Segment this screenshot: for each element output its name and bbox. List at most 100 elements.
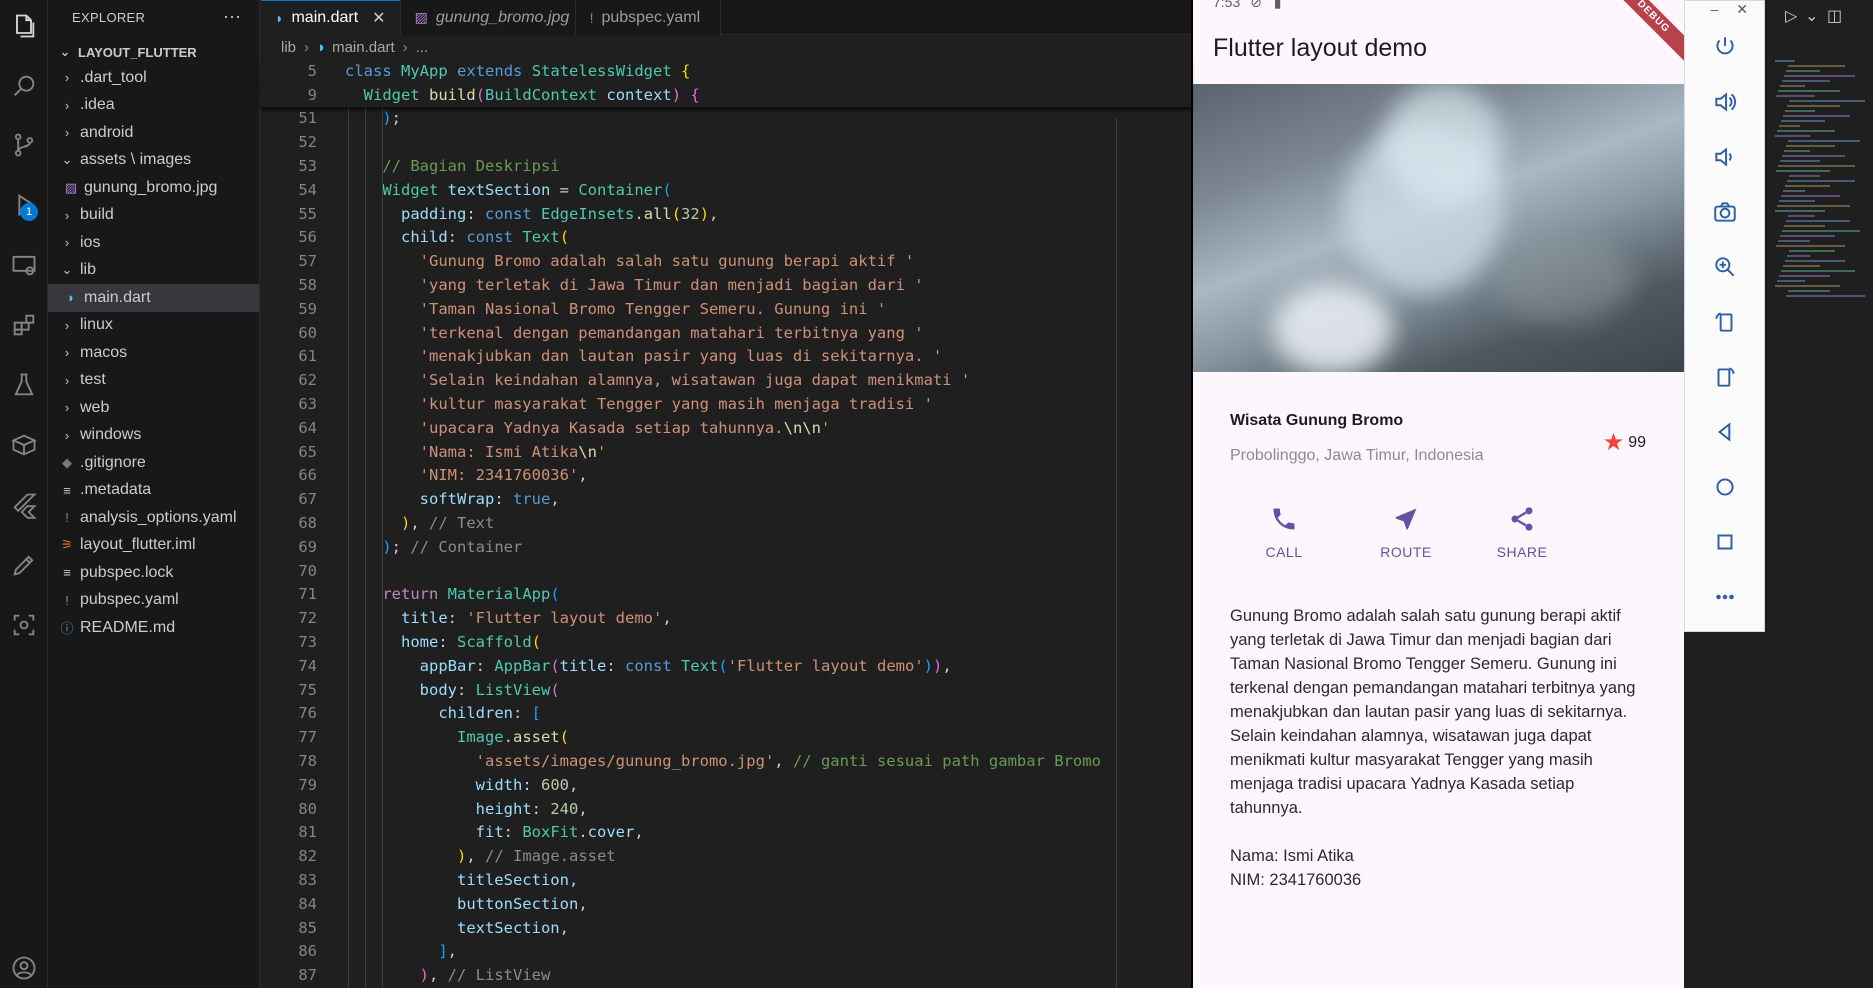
source-control-icon[interactable] xyxy=(4,125,44,165)
overview-button[interactable] xyxy=(1685,514,1764,569)
scan-icon[interactable] xyxy=(4,605,44,645)
tree-file[interactable]: ≡ .metadata xyxy=(48,477,259,505)
tree-folder[interactable]: ⌄ lib xyxy=(48,257,259,285)
code-line[interactable]: 66 'NIM: 2341760036', xyxy=(261,464,1191,488)
tree-folder[interactable]: › ios xyxy=(48,229,259,257)
tree-file[interactable]: ▨ gunung_bromo.jpg xyxy=(48,174,259,202)
sticky-scroll-line[interactable]: 5 class MyApp extends StatelessWidget { xyxy=(261,59,1191,83)
tree-file[interactable]: ◗ main.dart xyxy=(48,284,259,312)
minimap[interactable] xyxy=(1775,60,1865,300)
code-line[interactable]: 75 body: ListView( xyxy=(261,678,1191,702)
breadcrumb-folder[interactable]: lib xyxy=(281,39,296,56)
volume-up-button[interactable] xyxy=(1685,74,1764,129)
tree-file[interactable]: ⚞ layout_flutter.iml xyxy=(48,532,259,560)
remote-explorer-icon[interactable] xyxy=(4,245,44,285)
flutter-icon[interactable] xyxy=(4,485,44,525)
tree-file[interactable]: ◆ .gitignore xyxy=(48,449,259,477)
editor-tab[interactable]: ▨ gunung_bromo.jpg xyxy=(400,0,576,35)
more-actions-icon[interactable]: ··· xyxy=(223,6,241,27)
search-icon[interactable] xyxy=(4,66,44,106)
code-line[interactable]: 70 xyxy=(261,559,1191,583)
code-line[interactable]: 56 child: const Text( xyxy=(261,226,1191,250)
code-line[interactable]: 79 width: 600, xyxy=(261,773,1191,797)
close-icon[interactable]: ✕ xyxy=(1736,1,1748,19)
camera-button[interactable] xyxy=(1685,184,1764,239)
code-line[interactable]: 71 return MaterialApp( xyxy=(261,583,1191,607)
sticky-scroll-line[interactable]: 9 Widget build(BuildContext context) { xyxy=(261,82,1191,107)
code-line[interactable]: 61 'menakjubkan dan lautan pasir yang lu… xyxy=(261,345,1191,369)
account-icon[interactable] xyxy=(4,948,44,988)
breadcrumb-tail[interactable]: ... xyxy=(416,39,429,56)
code-line[interactable]: 78 'assets/images/gunung_bromo.jpg', // … xyxy=(261,749,1191,773)
power-button[interactable] xyxy=(1685,19,1764,74)
code-line[interactable]: 83 titleSection, xyxy=(261,868,1191,892)
tree-folder[interactable]: › build xyxy=(48,202,259,230)
code-line[interactable]: 52 xyxy=(261,130,1191,154)
tree-file[interactable]: ! analysis_options.yaml xyxy=(48,504,259,532)
breadcrumb-file[interactable]: main.dart xyxy=(332,39,395,56)
tree-folder[interactable]: › .idea xyxy=(48,92,259,120)
explorer-icon[interactable] xyxy=(4,6,44,46)
code-editor[interactable]: 5 class MyApp extends StatelessWidget {9 … xyxy=(261,59,1191,988)
more-button[interactable] xyxy=(1685,569,1764,624)
code-line[interactable]: 55 padding: const EdgeInsets.all(32), xyxy=(261,202,1191,226)
code-line[interactable]: 62 'Selain keindahan alamnya, wisatawan … xyxy=(261,368,1191,392)
tree-file[interactable]: ⓘ README.md xyxy=(48,614,259,642)
code-line[interactable]: 64 'upacara Yadnya Kasada setiap tahunny… xyxy=(261,416,1191,440)
close-icon[interactable]: ✕ xyxy=(372,8,385,28)
code-line[interactable]: 69 ); // Container xyxy=(261,535,1191,559)
run-debug-icon[interactable]: 1 xyxy=(4,185,44,225)
run-icon[interactable]: ▷ xyxy=(1785,6,1797,26)
code-line[interactable]: 86 ], xyxy=(261,939,1191,963)
code-line[interactable]: 84 buttonSection, xyxy=(261,892,1191,916)
tree-folder[interactable]: › macos xyxy=(48,339,259,367)
call-button[interactable]: CALL xyxy=(1215,505,1353,560)
android-emulator-screen[interactable]: 7:53 ⊘ ▮ DEBUG Flutter layout demo Wisat… xyxy=(1191,0,1684,988)
home-button[interactable] xyxy=(1685,459,1764,514)
testing-icon[interactable] xyxy=(4,365,44,405)
code-line[interactable]: 85 textSection, xyxy=(261,916,1191,940)
editor-tab[interactable]: ◗ main.dart ✕ xyxy=(261,0,401,35)
code-line[interactable]: 73 home: Scaffold( xyxy=(261,630,1191,654)
code-line[interactable]: 80 height: 240, xyxy=(261,797,1191,821)
code-line[interactable]: 63 'kultur masyarakat Tengger yang masih… xyxy=(261,392,1191,416)
share-button[interactable]: SHARE xyxy=(1453,505,1591,560)
code-line[interactable]: 51 ); xyxy=(261,107,1191,131)
tree-file[interactable]: ! pubspec.yaml xyxy=(48,587,259,615)
tree-folder[interactable]: › windows xyxy=(48,422,259,450)
tree-folder[interactable]: ⌄ assets \ images xyxy=(48,147,259,175)
code-line[interactable]: 60 'terkenal dengan pemandangan matahari… xyxy=(261,321,1191,345)
code-line[interactable]: 87 ), // ListView xyxy=(261,963,1191,987)
code-line[interactable]: 59 'Taman Nasional Bromo Tengger Semeru.… xyxy=(261,297,1191,321)
minimize-icon[interactable]: – xyxy=(1710,1,1718,19)
volume-down-button[interactable] xyxy=(1685,129,1764,184)
rotate-right-button[interactable] xyxy=(1685,349,1764,404)
tree-folder[interactable]: › .dart_tool xyxy=(48,64,259,92)
code-line[interactable]: 58 'yang terletak di Jawa Timur dan menj… xyxy=(261,273,1191,297)
tree-folder[interactable]: › test xyxy=(48,367,259,395)
code-line[interactable]: 68 ), // Text xyxy=(261,511,1191,535)
code-line[interactable]: 67 softWrap: true, xyxy=(261,487,1191,511)
code-line[interactable]: 77 Image.asset( xyxy=(261,725,1191,749)
code-line[interactable]: 72 title: 'Flutter layout demo', xyxy=(261,606,1191,630)
code-line[interactable]: 82 ), // Image.asset xyxy=(261,844,1191,868)
code-line[interactable]: 53 // Bagian Deskripsi xyxy=(261,154,1191,178)
code-line[interactable]: 65 'Nama: Ismi Atika\n' xyxy=(261,440,1191,464)
code-line[interactable]: 54 Widget textSection = Container( xyxy=(261,178,1191,202)
chevron-down-icon[interactable]: ⌄ xyxy=(1805,6,1818,26)
rotate-left-button[interactable] xyxy=(1685,294,1764,349)
zoom-button[interactable] xyxy=(1685,239,1764,294)
code-line[interactable]: 57 'Gunung Bromo adalah salah satu gunun… xyxy=(261,249,1191,273)
workspace-root[interactable]: ⌄ LAYOUT_FLUTTER xyxy=(48,40,259,64)
tree-file[interactable]: ≡ pubspec.lock xyxy=(48,559,259,587)
code-line[interactable]: 81 fit: BoxFit.cover, xyxy=(261,821,1191,845)
containers-icon[interactable] xyxy=(4,425,44,465)
edit-pen-icon[interactable] xyxy=(4,545,44,585)
tree-folder[interactable]: › linux xyxy=(48,312,259,340)
split-editor-icon[interactable]: ◫ xyxy=(1827,6,1842,26)
tree-folder[interactable]: › web xyxy=(48,394,259,422)
extensions-icon[interactable] xyxy=(4,305,44,345)
tree-folder[interactable]: › android xyxy=(48,119,259,147)
back-button[interactable] xyxy=(1685,404,1764,459)
code-line[interactable]: 74 appBar: AppBar(title: const Text('Flu… xyxy=(261,654,1191,678)
